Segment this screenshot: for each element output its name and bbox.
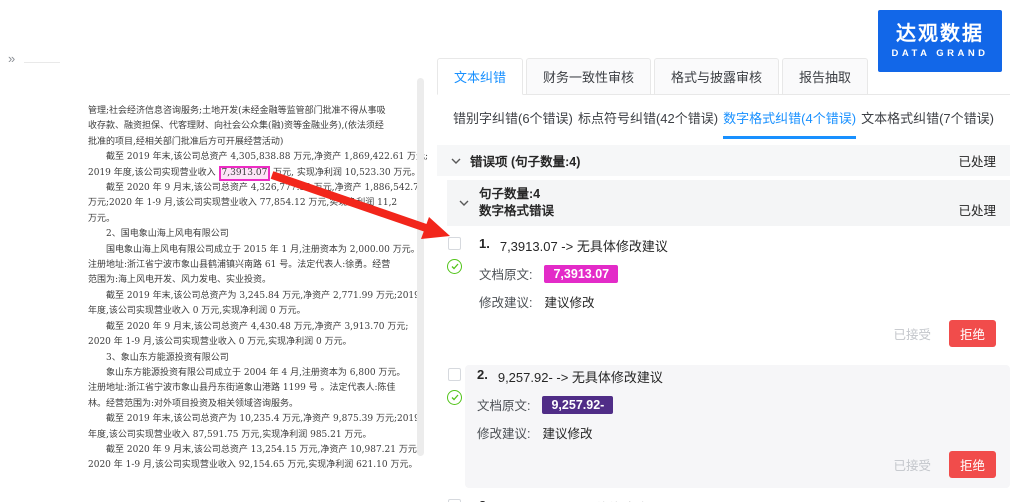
document-text-line: 截至 2020 年 9 月末,该公司总资产 4,326,777.38 万元,净资… xyxy=(88,181,418,196)
main-tab-3[interactable]: 报告抽取 xyxy=(782,58,868,95)
chevron-down-icon xyxy=(451,158,461,164)
original-text-chip[interactable]: 9,257.92- xyxy=(542,396,613,414)
processed-check-icon[interactable] xyxy=(447,390,462,405)
document-text-line: 截至 2019 年末,该公司总资产为 10,235.4 万元,净资产 9,875… xyxy=(88,412,418,427)
document-text-line: 3、象山东方能源投资有限公司 xyxy=(88,351,418,366)
chevron-down-icon xyxy=(459,200,469,206)
item-checkbox[interactable] xyxy=(448,237,461,250)
document-text-line: 截至 2020 年 9 月末,该公司总资产 4,430.48 万元,净资产 3,… xyxy=(88,320,418,335)
document-text-line: 万元。 xyxy=(88,212,418,227)
sub-tab-0[interactable]: 错别字纠错(6个错误) xyxy=(453,108,573,139)
document-text-line: 截至 2020 年 9 月末,该公司总资产 13,254.15 万元,净资产 1… xyxy=(88,443,418,458)
accepted-button[interactable]: 已接受 xyxy=(889,451,935,478)
item-card: 2. 9,257.92- -> 无具体修改建议 文档原文: 9,257.92- … xyxy=(465,365,1010,488)
error-item: 2. 9,257.92- -> 无具体修改建议 文档原文: 9,257.92- … xyxy=(447,365,1010,488)
item-actions: 已接受 拒绝 xyxy=(479,320,996,347)
sub-tab-2[interactable]: 数字格式纠错(4个错误) xyxy=(723,108,856,139)
document-text-line: 批准的项目,经相关部门批准后方可开展经营活动) xyxy=(88,135,418,150)
error-type: 数字格式错误 xyxy=(479,203,554,220)
document-text-line: 2020 年 1-9 月,该公司实现营业收入 0 万元,实现净利润 0 万元。 xyxy=(88,335,418,350)
reject-button[interactable]: 拒绝 xyxy=(949,451,996,478)
processed-check-icon[interactable] xyxy=(447,259,462,274)
item-title-row: 2. 9,257.92- -> 无具体修改建议 xyxy=(477,367,996,386)
item-title-row: 3. 1.170.81 -> 无具体修改建议 xyxy=(479,498,996,502)
sub-tab-1[interactable]: 标点符号纠错(42个错误) xyxy=(578,108,718,139)
document-text-line: 截至 2019 年末,该公司总资产 4,305,838.88 万元,净资产 1,… xyxy=(88,150,418,165)
suggestion-label: 修改建议: xyxy=(479,292,532,311)
document-text-line: 管理;社会经济信息咨询服务;土地开发(未经金融等监管部门批准不得从事吸 xyxy=(88,104,418,119)
error-subgroup-header[interactable]: 句子数量:4 数字格式错误 已处理 xyxy=(447,180,1010,226)
item-actions: 已接受 拒绝 xyxy=(477,451,996,478)
review-panel: 文本纠错财务一致性审核格式与披露审核报告抽取 错别字纠错(6个错误)标点符号纠错… xyxy=(437,58,1010,502)
suggestion-value: 建议修改 xyxy=(544,292,594,311)
original-text-row: 文档原文: 9,257.92- xyxy=(477,395,996,414)
document-text-line: 注册地址:浙江省宁波市象山县丹东街道象山港路 1199 号 。法定代表人:陈佳 xyxy=(88,381,418,396)
sub-tab-3[interactable]: 文本格式纠错(7个错误) xyxy=(861,108,994,139)
suggestion-row: 修改建议: 建议修改 xyxy=(477,423,996,442)
item-gutter xyxy=(447,496,477,502)
subgroup-lines: 句子数量:4 数字格式错误 xyxy=(479,186,554,220)
divider xyxy=(24,62,60,63)
main-tab-0[interactable]: 文本纠错 xyxy=(437,58,523,95)
original-text-chip[interactable]: 7,3913.07 xyxy=(544,265,618,283)
main-tabbar: 文本纠错财务一致性审核格式与披露审核报告抽取 xyxy=(437,58,1010,95)
error-item: 3. 1.170.81 -> 无具体修改建议 文档原文: 1.170.81 修改… xyxy=(447,496,1010,502)
error-item: 1. 7,3913.07 -> 无具体修改建议 文档原文: 7,3913.07 … xyxy=(447,234,1010,357)
document-text-line: 万元;2020 年 1-9 月,该公司实现营业收入 77,854.12 万元,实… xyxy=(88,196,418,211)
item-title: 9,257.92- -> 无具体修改建议 xyxy=(498,367,663,386)
document-scrollbar[interactable] xyxy=(417,78,424,456)
item-number: 2. xyxy=(477,367,488,386)
document-text-line: 2、国电象山海上风电有限公司 xyxy=(88,227,418,242)
original-text-label: 文档原文: xyxy=(477,395,530,414)
processed-status: 已处理 xyxy=(958,200,996,219)
document-text-line: 年度,该公司实现营业收入 0 万元,实现净利润 0 万元。 xyxy=(88,304,418,319)
suggestion-value: 建议修改 xyxy=(542,423,592,442)
document-page: 管理;社会经济信息咨询服务;土地开发(未经金融等监管部门批准不得从事吸收存款、融… xyxy=(88,104,418,474)
document-text-line: 注册地址:浙江省宁波市象山县鹤浦镇兴南路 61 号。法定代表人:徐勇。经营 xyxy=(88,258,418,273)
sub-tabbar: 错别字纠错(6个错误)标点符号纠错(42个错误)数字格式纠错(4个错误)文本格式… xyxy=(437,95,1010,139)
document-text-line: 截至 2019 年末,该公司总资产为 3,245.84 万元,净资产 2,771… xyxy=(88,289,418,304)
error-item-list: 1. 7,3913.07 -> 无具体修改建议 文档原文: 7,3913.07 … xyxy=(447,234,1010,502)
document-text-line: 范围为:海上风电开发、风力发电、实业投资。 xyxy=(88,273,418,288)
item-number: 1. xyxy=(479,236,490,255)
item-title: 7,3913.07 -> 无具体修改建议 xyxy=(500,236,668,255)
collapse-panel-icon[interactable]: » xyxy=(8,52,15,66)
logo-title: 达观数据 xyxy=(896,23,984,45)
reject-button[interactable]: 拒绝 xyxy=(949,320,996,347)
suggestion-label: 修改建议: xyxy=(477,423,530,442)
document-error-highlight[interactable]: 7,3913.07 xyxy=(219,166,271,181)
document-text-line: 国电象山海上风电有限公司成立于 2015 年 1 月,注册资本为 2,000.0… xyxy=(88,243,418,258)
document-text-line: 象山东方能源投资有限公司成立于 2004 年 4 月,注册资本为 6,800 万… xyxy=(88,366,418,381)
original-text-row: 文档原文: 7,3913.07 xyxy=(479,264,996,283)
app: 达观数据 DATA GRAND » 管理;社会经济信息咨询服务;土地开发(未经金… xyxy=(0,0,1024,502)
document-text-line: 收存款、融资担保、代客理财、向社会公众集(融)资等金融业务),(依法须经 xyxy=(88,119,418,134)
original-text-label: 文档原文: xyxy=(479,264,532,283)
item-number: 3. xyxy=(479,498,490,502)
item-title: 1.170.81 -> 无具体修改建议 xyxy=(500,498,661,502)
document-text-line: 林。经营范围为:对外项目投资及相关领域咨询服务。 xyxy=(88,397,418,412)
suggestion-row: 修改建议: 建议修改 xyxy=(479,292,996,311)
main-tab-2[interactable]: 格式与披露审核 xyxy=(654,58,779,95)
document-text-line: 2020 年 1-9 月,该公司实现营业收入 92,154.65 万元,实现净利… xyxy=(88,458,418,473)
processed-status: 已处理 xyxy=(958,151,996,170)
error-group-header[interactable]: 错误项 (句子数量:4) 已处理 xyxy=(437,145,1010,176)
main-tab-1[interactable]: 财务一致性审核 xyxy=(526,58,651,95)
accepted-button[interactable]: 已接受 xyxy=(889,320,935,347)
item-checkbox[interactable] xyxy=(448,368,461,381)
document-text-line: 年度,该公司实现营业收入 87,591.75 万元,实现净利润 985.21 万… xyxy=(88,428,418,443)
sentence-count: 句子数量:4 xyxy=(479,186,554,203)
item-gutter xyxy=(447,234,477,357)
item-title-row: 1. 7,3913.07 -> 无具体修改建议 xyxy=(479,236,996,255)
item-card: 1. 7,3913.07 -> 无具体修改建议 文档原文: 7,3913.07 … xyxy=(477,234,1010,357)
document-text-line: 2019 年度,该公司实现营业收入 7,3913.07 万元, 实现净利润 10… xyxy=(88,166,418,181)
error-group-title: 错误项 (句子数量:4) xyxy=(470,151,580,170)
item-card: 3. 1.170.81 -> 无具体修改建议 文档原文: 1.170.81 修改… xyxy=(477,496,1010,502)
